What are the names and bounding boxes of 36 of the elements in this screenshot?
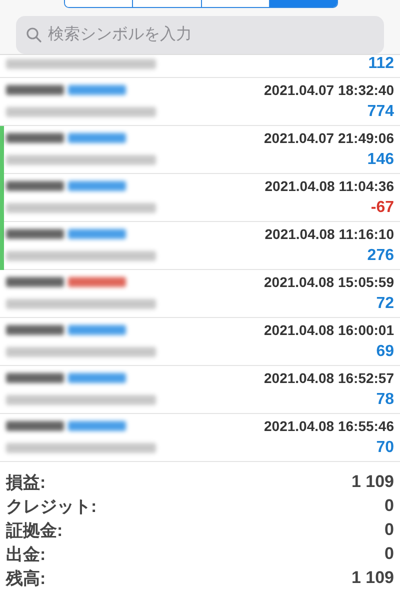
blurred-text: [6, 277, 64, 287]
summary-label: 損益:: [6, 472, 46, 494]
deal-time: 2021.04.08 11:16:10: [264, 226, 394, 242]
blurred-text: [6, 85, 64, 95]
profit-value: 146: [367, 151, 394, 169]
profit-value: 276: [367, 247, 394, 265]
blurred-text: [6, 325, 64, 335]
profit-value: 78: [376, 391, 394, 409]
summary-value: 0: [384, 544, 394, 564]
profit-value: 72: [376, 295, 394, 313]
profit-value: 112: [368, 55, 394, 73]
summary-label: 証拠金:: [6, 520, 63, 542]
summary-value: 1 109: [351, 472, 394, 492]
profit-value: 70: [376, 439, 394, 457]
summary-label: 残高:: [6, 568, 46, 590]
deal-time: 2021.04.07 18:32:40: [264, 82, 394, 98]
summary-value: 0: [384, 520, 394, 540]
deal-time: 2021.04.08 16:55:46: [264, 418, 394, 434]
blurred-text: [6, 421, 64, 431]
deal-time: 2021.04.08 16:00:01: [264, 322, 394, 338]
deal-time: 2021.04.08 15:05:59: [264, 274, 394, 290]
blurred-text: [6, 373, 64, 383]
search-field[interactable]: 検索シンボルを入力: [16, 16, 384, 54]
blurred-text: [6, 181, 64, 191]
summary-label: 出金:: [6, 544, 46, 566]
summary-value: 0: [384, 496, 394, 516]
profit-value: -67: [370, 199, 394, 217]
profit-value: 774: [367, 103, 394, 121]
summary-label: クレジット:: [6, 496, 97, 518]
profit-value: 69: [376, 343, 394, 361]
blurred-text: [6, 133, 64, 143]
deal-time: 2021.04.08 16:52:57: [264, 370, 394, 386]
blurred-text: [6, 229, 64, 239]
deal-time: 2021.04.07 21:49:06: [264, 130, 394, 146]
deal-time: 2021.04.08 11:04:36: [264, 178, 394, 194]
summary-value: 1 109: [351, 568, 394, 588]
